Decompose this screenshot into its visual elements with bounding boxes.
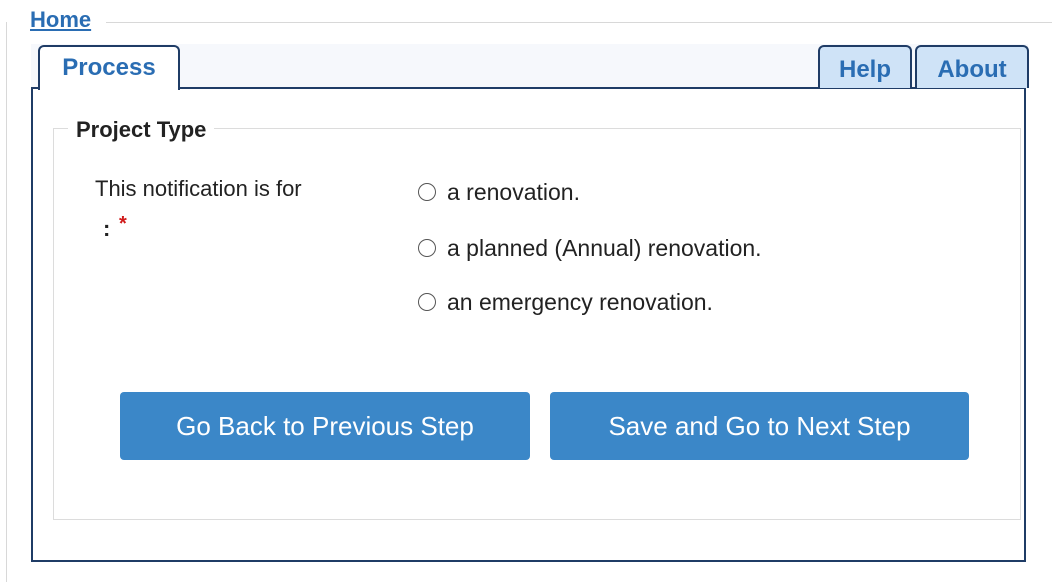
tab-about[interactable]: About: [915, 45, 1029, 88]
radio-button-icon[interactable]: [418, 293, 436, 311]
tab-process[interactable]: Process: [38, 45, 180, 90]
radio-button-icon[interactable]: [418, 183, 436, 201]
home-link[interactable]: Home: [30, 6, 91, 34]
radio-option-emergency-renovation[interactable]: an emergency renovation.: [418, 286, 713, 318]
outer-frame-top-border: [106, 22, 1052, 23]
go-back-button[interactable]: Go Back to Previous Step: [120, 392, 530, 460]
page: Home Process Help About Project Type Thi…: [0, 0, 1052, 582]
radio-option-label: a planned (Annual) renovation.: [447, 235, 762, 261]
radio-option-planned-renovation[interactable]: a planned (Annual) renovation.: [418, 232, 762, 264]
save-and-next-button[interactable]: Save and Go to Next Step: [550, 392, 969, 460]
required-marker: *: [119, 213, 127, 235]
radio-option-label: a renovation.: [447, 179, 580, 205]
notification-field-label: This notification is for: [95, 176, 302, 201]
field-label-colon: :: [103, 216, 111, 241]
tab-help[interactable]: Help: [818, 45, 912, 88]
radio-option-renovation[interactable]: a renovation.: [418, 176, 580, 208]
radio-button-icon[interactable]: [418, 239, 436, 257]
radio-option-label: an emergency renovation.: [447, 289, 713, 315]
outer-frame-left-border: [6, 22, 7, 582]
fieldset-legend: Project Type: [68, 115, 215, 145]
